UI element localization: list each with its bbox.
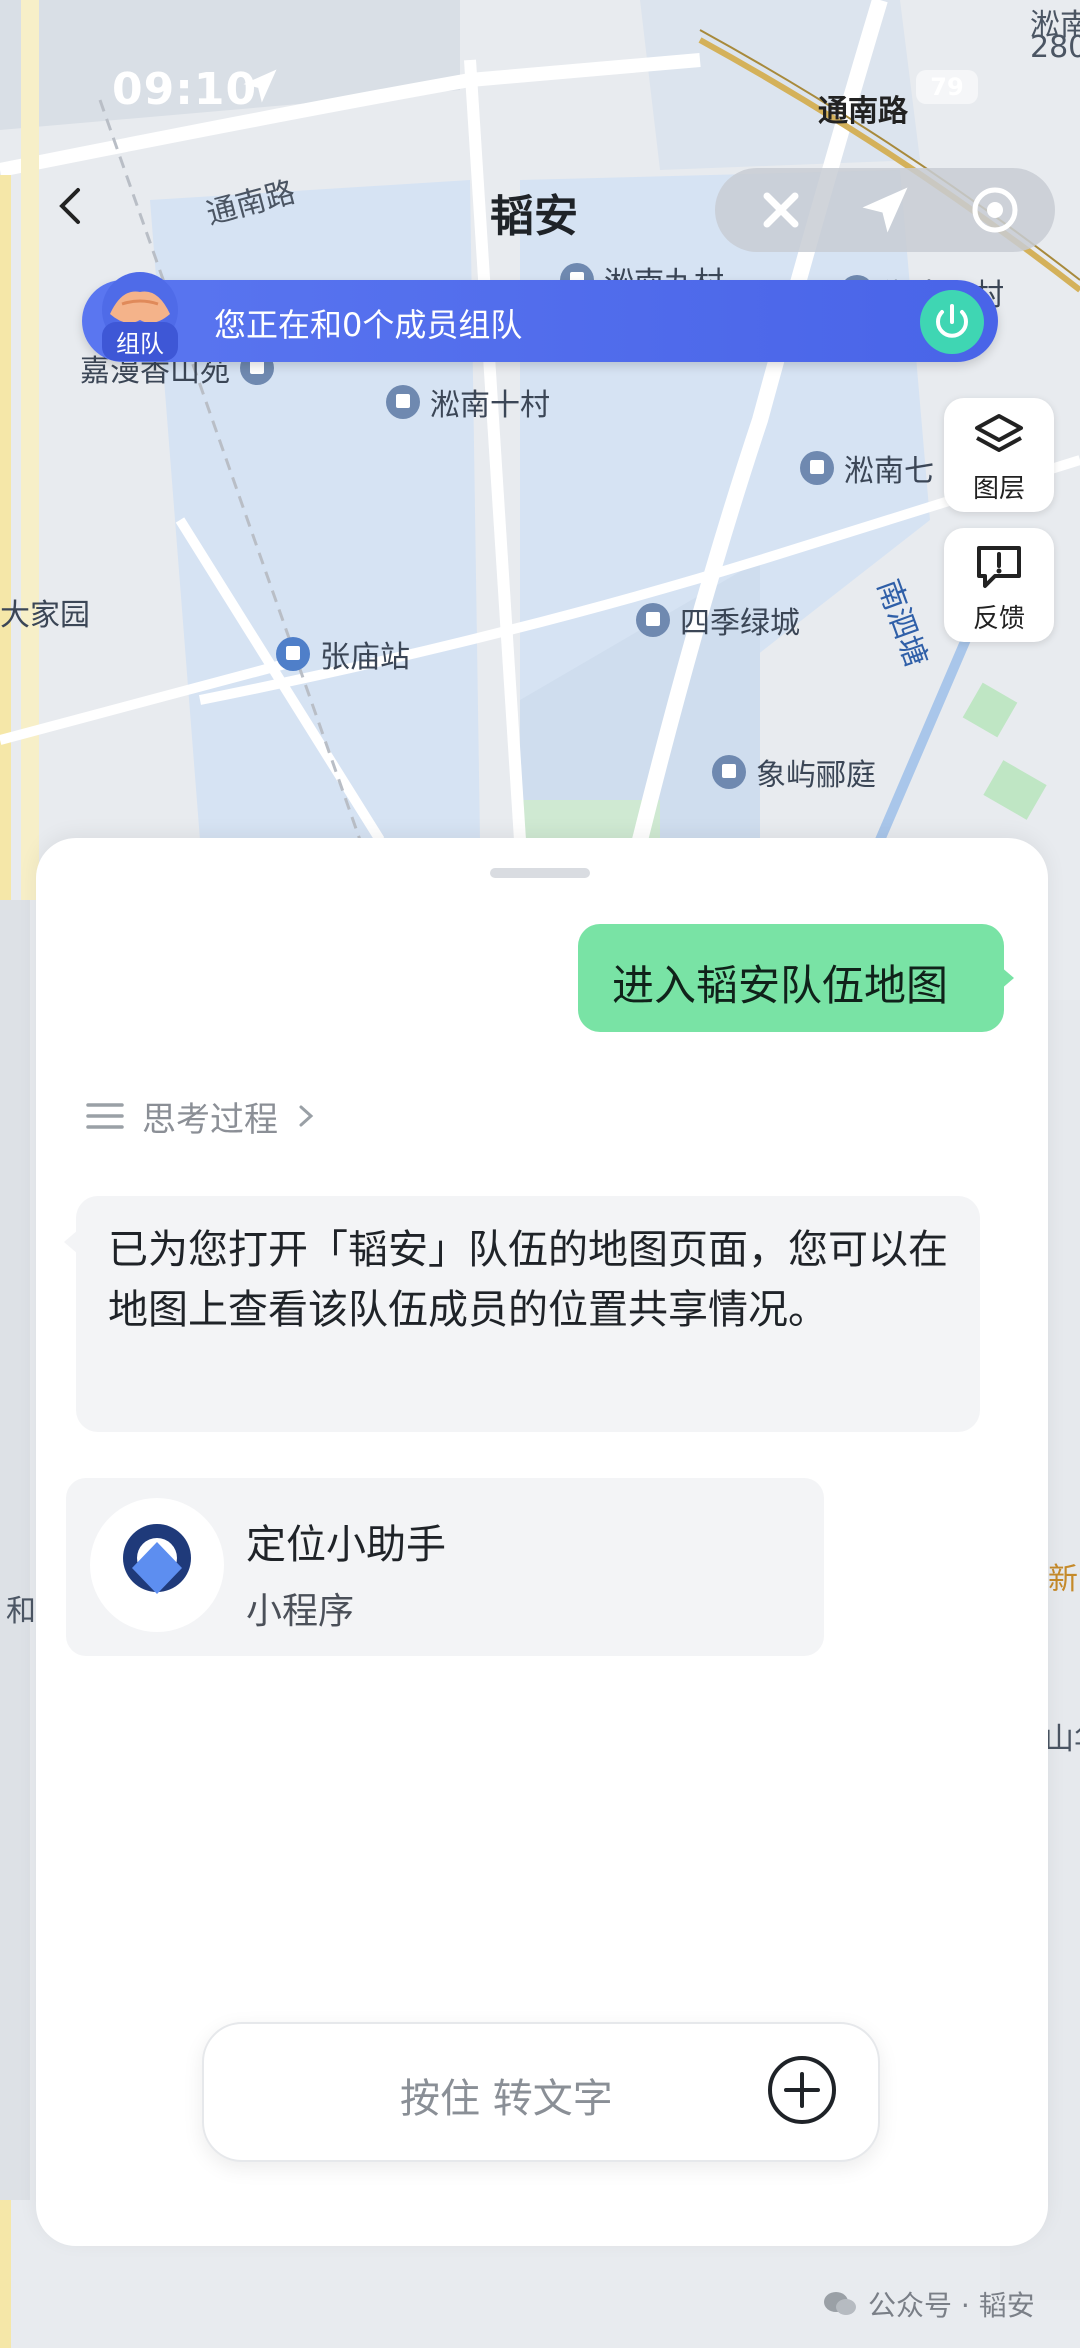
location-arrow-icon [238,64,282,108]
feedback-label: 反馈 [972,604,1025,634]
wechat-icon [824,2292,856,2315]
watermark-text: 公众号 · 韬安 [868,2289,1035,2322]
power-button[interactable] [920,290,984,354]
map-edge-label: 280 [1030,30,1080,65]
team-status-text: 您正在和0个成员组队 [214,306,523,344]
poi-pin-icon [386,385,420,419]
map-edge-label: 新 [1048,1562,1078,1597]
feedback-button[interactable]: 反馈 [944,528,1054,642]
poi-pin-icon [636,603,670,637]
assistant-bubble-tail [64,1230,78,1254]
feedback-icon [977,546,1021,588]
watermark: 公众号 · 韬安 [822,2284,1035,2324]
hold-to-talk-label: 按住 转文字 [400,2076,613,2122]
team-badge: 组队 [102,322,178,361]
mini-program-subtitle: 小程序 [246,1591,355,1632]
poi-marker[interactable]: 张庙站 [276,632,410,676]
map-edge-label: 山华 [1044,1722,1080,1757]
battery-indicator: 79 [916,70,978,104]
thinking-label: 思考过程 [142,1099,278,1140]
navigation-arrow-icon[interactable] [855,180,915,240]
drag-handle[interactable] [490,868,590,878]
chevron-right-icon [299,1105,314,1127]
user-message-text: 进入韬安队伍地图 [612,961,949,1010]
road-label: 通南路 [818,94,908,129]
poi-marker[interactable]: 淞南十村 [386,380,550,424]
power-icon [936,304,968,338]
user-bubble-tail [1000,966,1014,990]
poi-pin-icon [712,755,746,789]
metro-station-icon [276,637,310,671]
page-title: 韬安 [490,191,578,242]
assistant-message-text: 已为您打开「韬安」队伍的地图页面，您可以在地图上查看该队伍成员的位置共享情况。 [108,1227,948,1333]
thinking-process-toggle[interactable]: 思考过程 [86,1094,316,1140]
map-tools-bar [715,168,1055,252]
locate-target-icon[interactable] [965,180,1025,240]
add-button[interactable] [766,2054,838,2126]
poi-marker[interactable]: 四季绿城 [636,598,800,642]
poi-marker[interactable]: 淞南七 [800,446,934,490]
chevron-left-icon [59,188,80,224]
poi-pin-icon [800,451,834,485]
layers-button[interactable]: 图层 [944,398,1054,512]
map-edge-label: 和 [6,1594,36,1629]
mini-program-title: 定位小助手 [246,1522,446,1568]
back-button[interactable] [48,176,92,236]
location-assistant-logo-icon [90,1498,224,1632]
tools-icon[interactable] [751,180,811,240]
menu-lines-icon [86,1103,124,1129]
layers-icon [975,414,1023,452]
poi-marker[interactable]: 象屿郦庭 [712,750,876,794]
layers-label: 图层 [972,474,1025,504]
status-time: 09:10 [112,64,258,115]
poi-marker[interactable]: 大家园 [0,590,90,634]
plus-icon [768,2056,836,2124]
